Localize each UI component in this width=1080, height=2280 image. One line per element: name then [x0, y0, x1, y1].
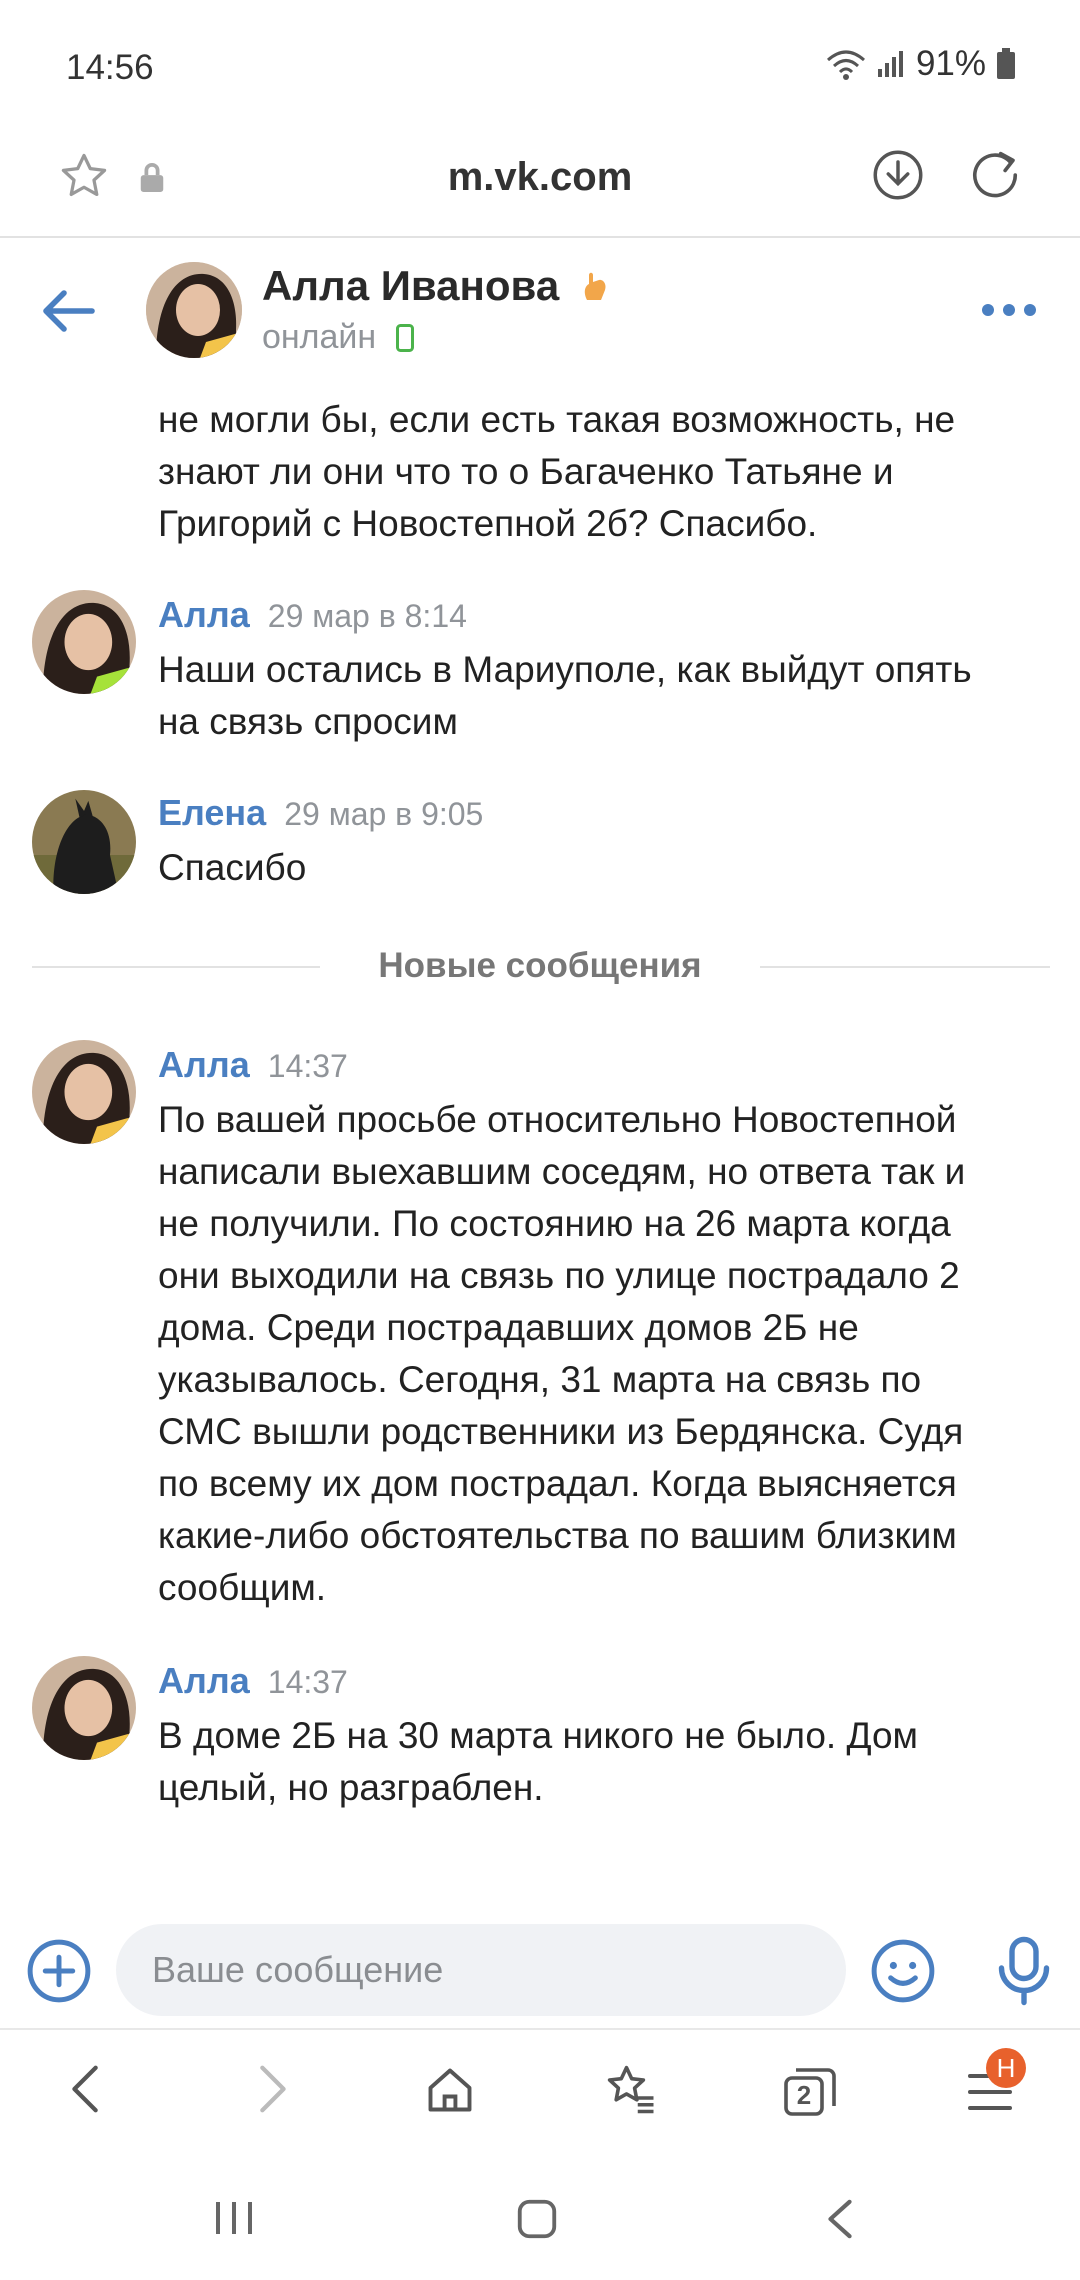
message-line: не получили. По состоянию на 26 марта ко… — [158, 1203, 951, 1244]
online-status: онлайн — [262, 318, 414, 357]
chat-title[interactable]: Алла Иванова — [262, 262, 611, 310]
message-line: они выходили на связь по улице пострадал… — [158, 1255, 960, 1296]
contact-name: Алла Иванова — [262, 262, 560, 309]
battery-icon — [997, 48, 1015, 79]
tabs-count: 2 — [796, 2080, 812, 2110]
reload-icon[interactable] — [968, 148, 1022, 202]
android-home-icon[interactable] — [514, 2196, 560, 2242]
message-line: Спасибо — [158, 847, 307, 888]
message-line: не могли бы, если есть такая возможность… — [158, 399, 956, 440]
emoji-icon[interactable] — [870, 1938, 936, 2004]
message-meta: Елена 29 мар в 9:05 — [158, 792, 483, 834]
more-options-icon[interactable] — [980, 302, 1038, 318]
author-name[interactable]: Елена — [158, 792, 266, 833]
message-line: дома. Среди пострадавших домов 2Б не — [158, 1307, 859, 1348]
avatar[interactable] — [32, 790, 136, 894]
header-avatar[interactable] — [146, 262, 242, 358]
hand-emoji-icon — [581, 266, 611, 300]
recent-apps-icon[interactable] — [212, 2198, 256, 2238]
avatar[interactable] — [32, 1656, 136, 1760]
android-back-icon[interactable] — [822, 2198, 858, 2240]
author-name[interactable]: Алла — [158, 1660, 250, 1701]
message-time: 14:37 — [267, 1664, 348, 1700]
avatar[interactable] — [32, 1040, 136, 1144]
battery-percent: 91% — [915, 44, 986, 83]
download-icon[interactable] — [872, 149, 924, 201]
message-text: По вашей просьбе относительно Новостепно… — [158, 1094, 965, 1614]
message-time: 29 мар в 9:05 — [284, 796, 484, 832]
author-name[interactable]: Алла — [158, 1044, 250, 1085]
message-line: Григорий с Новостепной 2б? Спасибо. — [158, 503, 818, 544]
message-continuation: не могли бы, если есть такая возможность… — [158, 394, 955, 550]
message-line: Наши остались в Мариуполе, как выйдут оп… — [158, 649, 972, 690]
message-line: написали выехавшим соседям, но ответа та… — [158, 1151, 966, 1192]
avatar[interactable] — [32, 590, 136, 694]
message-time: 14:37 — [267, 1048, 348, 1084]
browser-back-icon[interactable] — [66, 2062, 106, 2116]
message-input-wrapper — [116, 1924, 846, 2016]
message-line: указывалось. Сегодня, 31 марта на связь … — [158, 1359, 922, 1400]
message-line: по всему их дом пострадал. Когда выясняе… — [158, 1463, 957, 1504]
author-name[interactable]: Алла — [158, 594, 250, 635]
mobile-online-icon — [395, 322, 414, 352]
message-text: В доме 2Б на 30 марта никого не было. До… — [158, 1710, 918, 1814]
message-line: на связь спросим — [158, 701, 458, 742]
attach-plus-icon[interactable] — [26, 1938, 92, 2004]
message-line: знают ли они что то о Багаченко Татьяне … — [158, 451, 894, 492]
status-icons: 91% — [826, 44, 1016, 84]
home-icon[interactable] — [424, 2064, 476, 2116]
message-text: Наши остались в Мариуполе, как выйдут оп… — [158, 644, 972, 748]
tabs-button[interactable]: 2 — [782, 2064, 838, 2118]
message-time: 29 мар в 8:14 — [267, 598, 467, 634]
back-arrow-icon[interactable] — [40, 286, 96, 336]
message-meta: Алла 14:37 — [158, 1660, 348, 1702]
message-line: какие-либо обстоятельства по вашим близк… — [158, 1515, 957, 1556]
message-meta: Алла 29 мар в 8:14 — [158, 594, 467, 636]
divider-line-right — [760, 966, 1050, 968]
microphone-icon[interactable] — [994, 1934, 1054, 2008]
bookmarks-icon[interactable] — [604, 2062, 658, 2116]
status-time: 14:56 — [66, 48, 154, 87]
browser-toolbar — [0, 2028, 1080, 2160]
message-line: сообщим. — [158, 1567, 327, 1608]
signal-icon — [877, 51, 903, 77]
message-line: В доме 2Б на 30 марта никого не было. До… — [158, 1715, 918, 1756]
message-line: целый, но разграблен. — [158, 1767, 544, 1808]
online-status-label: онлайн — [262, 318, 377, 356]
message-text: Спасибо — [158, 842, 306, 894]
message-line: СМС вышли родственники из Бердянска. Суд… — [158, 1411, 964, 1452]
message-line: По вашей просьбе относительно Новостепно… — [158, 1099, 957, 1140]
wifi-icon — [826, 50, 865, 80]
browser-forward-icon[interactable] — [252, 2062, 292, 2116]
message-meta: Алла 14:37 — [158, 1044, 348, 1086]
notification-badge: Н — [986, 2048, 1026, 2088]
message-input[interactable] — [116, 1948, 846, 1992]
